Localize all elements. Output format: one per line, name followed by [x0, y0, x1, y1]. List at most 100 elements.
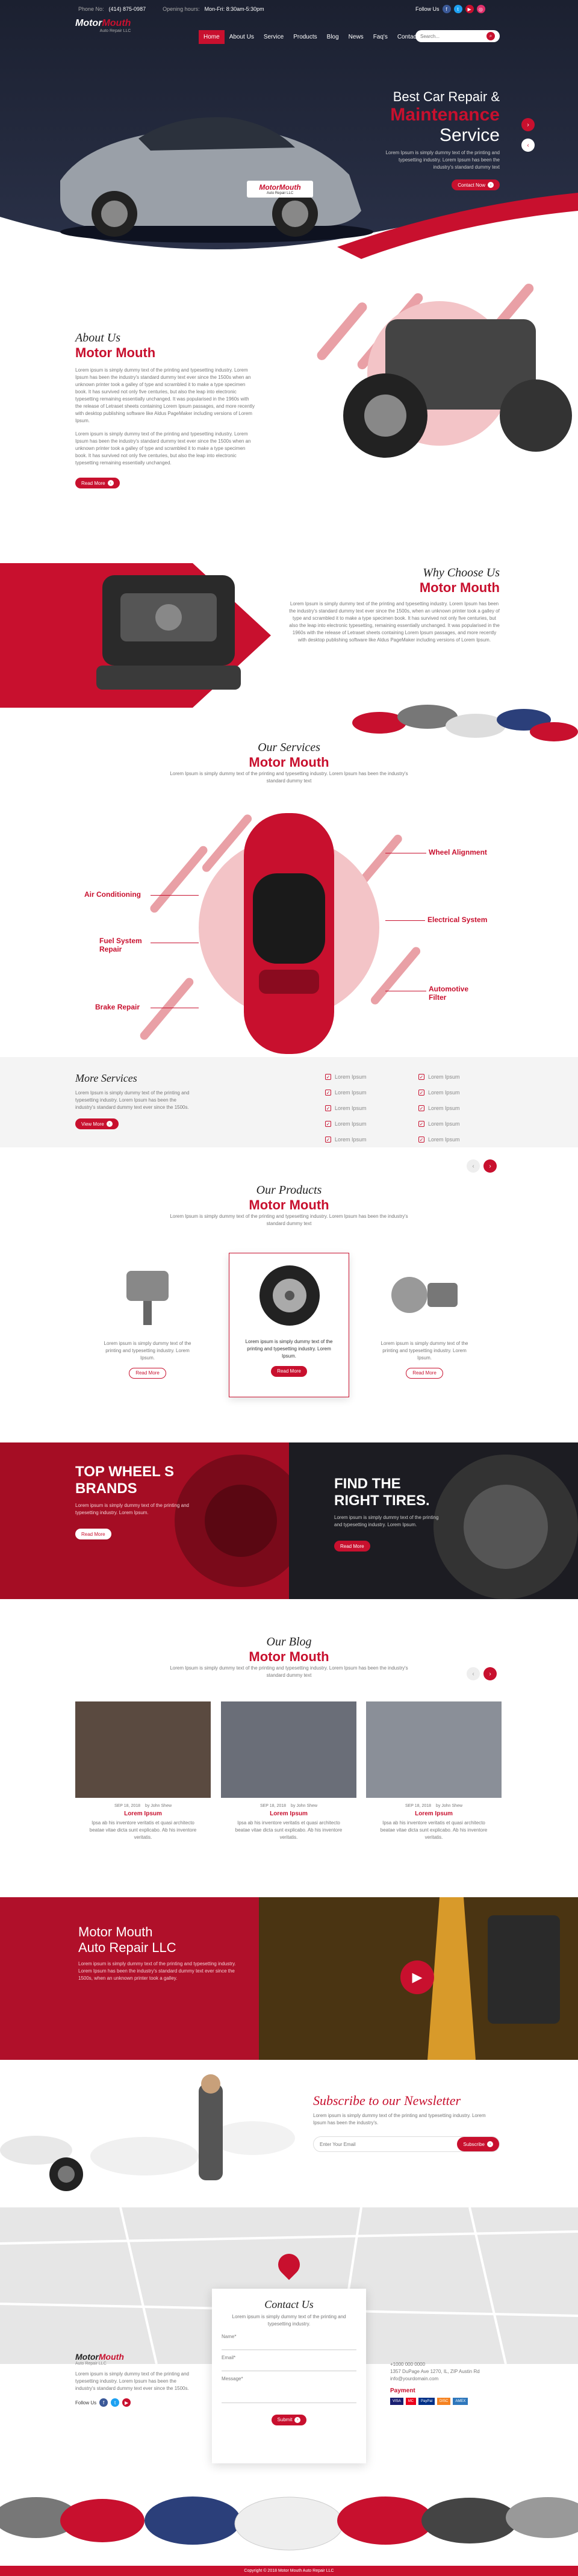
contact-title: Contact Us [264, 2298, 314, 2310]
more-services-title: More Services [75, 1072, 137, 1084]
more-services-text: Lorem Ipsum is simply dummy text of the … [75, 1090, 190, 1110]
service-item[interactable]: ✓ Lorem Ipsum [325, 1069, 367, 1085]
service-label-air[interactable]: Air Conditioning [84, 890, 141, 899]
tires-content: FIND THE RIGHT TIRES. Lorem ipsum is sim… [334, 1476, 443, 1552]
blog-prev-icon[interactable]: ‹ [467, 1667, 480, 1680]
nav-service[interactable]: Service [259, 30, 288, 44]
product-card[interactable]: Lorem ipsum is simply dummy text of the … [367, 1259, 482, 1397]
service-item[interactable]: ✓ Lorem Ipsum [325, 1085, 367, 1100]
amex-icon: AMEX [453, 2398, 468, 2405]
products-prev-icon[interactable]: ‹ [467, 1159, 480, 1173]
youtube-icon[interactable]: ▶ [122, 2398, 131, 2407]
blog-card[interactable]: SEP 18, 2018 by John Shew Lorem Ipsum Ips… [366, 1701, 502, 1840]
service-item[interactable]: ✓ Lorem Ipsum [418, 1132, 460, 1147]
blog-post-title[interactable]: Lorem Ipsum [221, 1810, 356, 1817]
blog-card[interactable]: SEP 18, 2018 by John Shew Lorem Ipsum Ips… [221, 1701, 356, 1840]
name-input[interactable] [222, 2339, 356, 2350]
service-label-filter[interactable]: Automotive Filter [429, 985, 483, 1002]
services-car-image [140, 813, 421, 1054]
footer-email[interactable]: info@yourdomain.com [390, 2375, 511, 2383]
service-item[interactable]: ✓ Lorem Ipsum [418, 1069, 460, 1085]
view-more-button[interactable]: View More › [75, 1118, 119, 1129]
about-subtitle: Motor Mouth [75, 345, 156, 360]
visa-icon: VISA [390, 2398, 403, 2405]
brake-parts-icon [391, 1277, 458, 1313]
product-read-more-button[interactable]: Read More [129, 1367, 166, 1379]
phone-number[interactable]: (414) 875-0987 [109, 6, 146, 12]
contact-now-button[interactable]: Contact Now › [452, 179, 500, 190]
tires-read-more-button[interactable]: Read More [334, 1541, 370, 1552]
hero-prev-arrow-icon[interactable]: ‹ [521, 139, 535, 152]
product-card-active[interactable]: Lorem ipsum is simply dummy text of the … [229, 1253, 349, 1397]
phone-label: Phone No: [78, 6, 104, 12]
twitter-icon[interactable]: t [453, 5, 462, 13]
email-input[interactable] [222, 2360, 356, 2371]
youtube-icon[interactable]: ▶ [465, 5, 474, 13]
facebook-icon[interactable]: f [442, 5, 451, 13]
service-label-wheel[interactable]: Wheel Alignment [429, 848, 487, 856]
product-read-more-button[interactable]: Read More [406, 1367, 443, 1379]
newsletter-email-input[interactable] [320, 2141, 458, 2147]
hero-line-2: Maintenance [390, 105, 500, 125]
service-item[interactable]: ✓ Lorem Ipsum [325, 1116, 367, 1132]
hero-next-arrow-icon[interactable]: › [521, 118, 535, 131]
products-header: Our Products Motor Mouth Lorem Ipsum is … [169, 1184, 409, 1227]
nav-blog[interactable]: Blog [322, 30, 344, 44]
service-item[interactable]: ✓ Lorem Ipsum [418, 1116, 460, 1132]
mastercard-icon: MC [405, 2398, 417, 2405]
instagram-icon[interactable]: ◎ [476, 5, 485, 13]
blog-post-title[interactable]: Lorem Ipsum [75, 1810, 211, 1817]
nav-home[interactable]: Home [199, 30, 225, 44]
products-subtitle: Motor Mouth [249, 1197, 329, 1212]
nav-products[interactable]: Products [288, 30, 322, 44]
product-card[interactable]: Lorem ipsum is simply dummy text of the … [90, 1259, 205, 1397]
hero-text: Best Car Repair & Maintenance Service Lo… [337, 89, 500, 190]
blog-subtitle: Motor Mouth [249, 1649, 329, 1664]
service-label-brake[interactable]: Brake Repair [95, 1003, 140, 1011]
contact-form: Contact Us Lorem ipsum is simply dummy t… [212, 2289, 366, 2463]
wheels-read-more-button[interactable]: Read More [75, 1529, 111, 1539]
blog-text: Lorem Ipsum is simply dummy text of the … [170, 1665, 408, 1678]
play-icon[interactable]: ▶ [400, 1960, 434, 1994]
name-label: Name* [222, 2334, 237, 2339]
services-title: Our Services [258, 741, 320, 754]
facebook-icon[interactable]: f [99, 2398, 108, 2407]
blog-post-title[interactable]: Lorem Ipsum [366, 1810, 502, 1817]
search-box: ⌕ [415, 30, 500, 42]
footer-about: MotorMouth Auto Repair LLC Lorem ipsum i… [75, 2352, 190, 2407]
blog-next-icon[interactable]: › [483, 1667, 497, 1680]
piston-icon [126, 1271, 169, 1325]
logo[interactable]: MotorMouth Auto Repair LLC [75, 18, 131, 33]
hero-line-3: Service [439, 125, 500, 145]
twitter-icon[interactable]: t [111, 2398, 120, 2407]
nav-news[interactable]: News [344, 30, 368, 44]
check-icon: ✓ [325, 1105, 331, 1111]
check-icon: ✓ [418, 1074, 424, 1080]
message-input[interactable] [222, 2381, 356, 2403]
about-read-more-button[interactable]: Read More › [75, 478, 120, 488]
service-label-electrical[interactable]: Electrical System [427, 915, 487, 924]
service-item[interactable]: ✓ Lorem Ipsum [418, 1085, 460, 1100]
search-icon[interactable]: ⌕ [486, 32, 495, 40]
wheels-title: TOP WHEEL S BRANDS [75, 1464, 175, 1497]
search-input[interactable] [420, 33, 486, 39]
submit-button[interactable]: Submit › [271, 2414, 307, 2425]
service-item[interactable]: ✓ Lorem Ipsum [325, 1100, 367, 1116]
nav-about[interactable]: About Us [225, 30, 259, 44]
nav-faq[interactable]: Faq's [368, 30, 393, 44]
wheels-content: TOP WHEEL S BRANDS Lorem ipsum is simply… [75, 1464, 196, 1539]
check-icon: ✓ [325, 1090, 331, 1096]
product-read-more-button[interactable]: Read More [271, 1365, 307, 1377]
service-item[interactable]: ✓ Lorem Ipsum [418, 1100, 460, 1116]
service-item[interactable]: ✓ Lorem Ipsum [325, 1132, 367, 1147]
services-header: Our Services Motor Mouth Lorem Ipsum is … [169, 741, 409, 785]
more-services-intro: More Services Lorem Ipsum is simply dumm… [75, 1072, 190, 1129]
subscribe-button[interactable]: Subscribe › [457, 2137, 499, 2151]
email-label: Email* [222, 2355, 236, 2360]
footer-logo[interactable]: MotorMouth [75, 2352, 190, 2362]
wheels-text: Lorem ipsum is simply dummy text of the … [75, 1503, 189, 1515]
footer-phone[interactable]: +1000 000 0000 [390, 2361, 511, 2368]
products-next-icon[interactable]: › [483, 1159, 497, 1173]
service-label-fuel[interactable]: Fuel System Repair [99, 937, 148, 953]
blog-card[interactable]: SEP 18, 2018 by John Shew Lorem Ipsum Ips… [75, 1701, 211, 1840]
